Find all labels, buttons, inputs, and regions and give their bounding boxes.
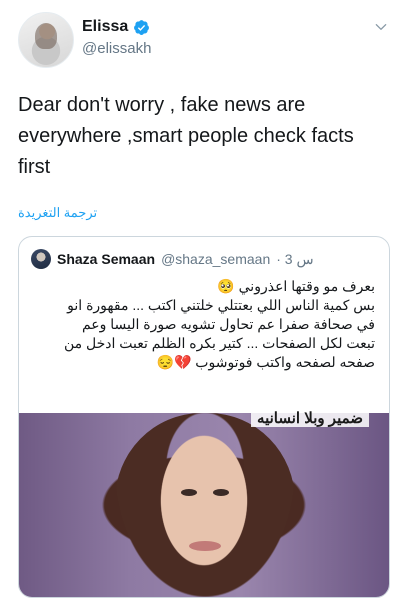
quoted-text-line: في صحافة صفرا عم تحاول تشويه صورة اليسا … — [81, 316, 375, 332]
avatar[interactable] — [18, 12, 74, 68]
quoted-display-name[interactable]: Shaza Semaan — [57, 251, 155, 267]
photo-face — [149, 433, 259, 583]
verified-badge-icon — [134, 19, 150, 35]
chevron-down-icon[interactable] — [374, 20, 388, 34]
image-caption: ضمير وبلا انسانيه — [251, 409, 369, 427]
translate-tweet-link[interactable]: ترجمة التغريدة — [18, 205, 97, 221]
quoted-text-line: صفحه لصفحه واكتب فوتوشوب 💔😔 — [156, 354, 375, 370]
quoted-tweet[interactable]: Shaza Semaan @shaza_semaan · 3 س بعرف مو… — [18, 236, 390, 598]
photo-eye — [213, 489, 229, 496]
author-handle[interactable]: @elissakh — [82, 40, 151, 57]
display-name[interactable]: Elissa — [82, 18, 128, 36]
quoted-text-line: بس كمية الناس اللي بعتتلي خلتني اكتب ...… — [67, 297, 375, 313]
tweet-text: Dear don't worry , fake news are everywh… — [18, 94, 354, 178]
quoted-text-line: تبعت لكل الصفحات ... كتير بكره الظلم تعب… — [63, 335, 375, 351]
photo-lips — [189, 541, 221, 551]
quoted-avatar[interactable] — [31, 249, 51, 269]
quoted-text-line: بعرف مو وقتها اعذروني 🥺 — [217, 278, 375, 294]
quoted-tweet-image[interactable]: ضمير وبلا انسانيه — [19, 409, 389, 597]
photo-eye — [181, 489, 197, 496]
quoted-tweet-text: بعرف مو وقتها اعذروني 🥺 بس كمية الناس ال… — [29, 277, 375, 372]
quoted-timestamp[interactable]: · 3 س — [276, 251, 313, 268]
quoted-handle[interactable]: @shaza_semaan — [161, 251, 270, 267]
author-name-row: Elissa — [82, 18, 150, 36]
tweet-card: Elissa @elissakh Dear don't worry , fake… — [0, 0, 406, 600]
quoted-tweet-header: Shaza Semaan @shaza_semaan · 3 س — [31, 249, 314, 269]
